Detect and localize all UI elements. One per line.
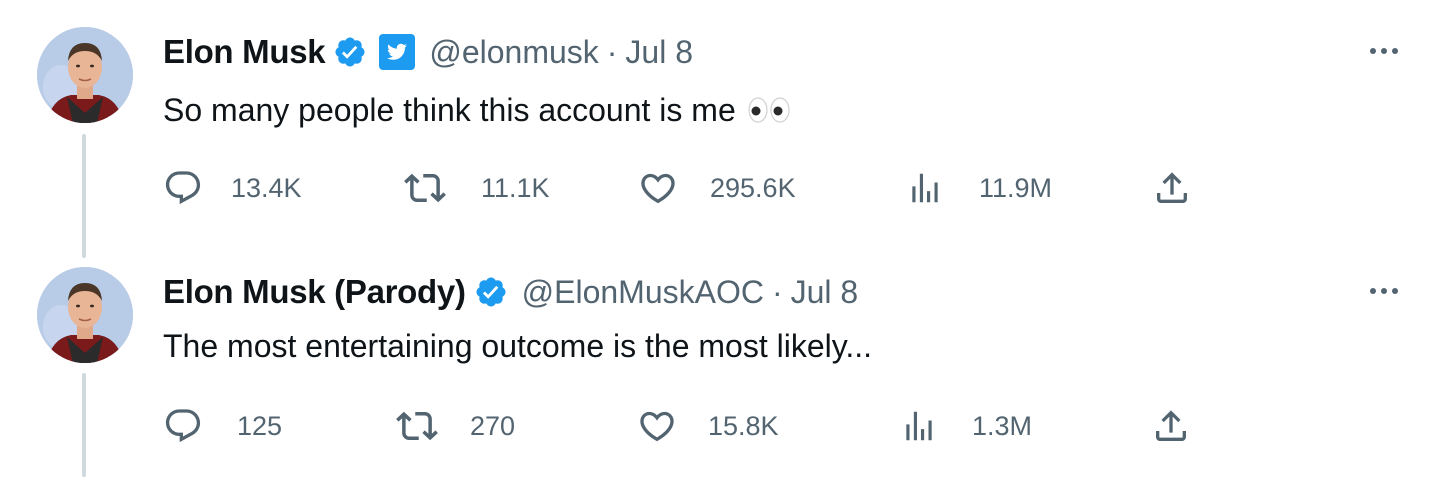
- tweet[interactable]: Elon Musk (Parody) @ElonMuskAOC · Jul 8 …: [0, 240, 1440, 480]
- tweet-header: Elon Musk @elonmusk · Jul 8: [163, 27, 693, 77]
- reply-icon: [165, 171, 201, 205]
- views-button[interactable]: 1.3M: [900, 404, 1032, 448]
- author-handle[interactable]: @ElonMuskAOC: [522, 274, 764, 311]
- tweet-date[interactable]: Jul 8: [791, 274, 859, 311]
- share-icon: [1156, 410, 1186, 441]
- retweet-icon: [396, 411, 438, 441]
- views-count: 11.9M: [979, 172, 1053, 203]
- eyes-emoji: [746, 95, 792, 125]
- share-button[interactable]: [1151, 404, 1191, 448]
- views-icon: [906, 411, 932, 441]
- tweet[interactable]: Elon Musk @elonmusk · Jul 8 So many peop…: [0, 0, 1440, 240]
- share-button[interactable]: [1152, 166, 1192, 210]
- twitter-bird-icon: [379, 34, 416, 70]
- retweet-button[interactable]: 270: [396, 404, 515, 448]
- like-button[interactable]: 15.8K: [637, 404, 779, 448]
- views-count: 1.3M: [972, 410, 1033, 441]
- reply-count: 13.4K: [231, 172, 302, 203]
- more-icon[interactable]: [1362, 276, 1406, 306]
- like-count: 15.8K: [708, 410, 779, 441]
- more-icon[interactable]: [1362, 36, 1406, 66]
- like-button[interactable]: 295.6K: [638, 166, 796, 210]
- reply-icon: [165, 409, 201, 443]
- avatar[interactable]: [37, 27, 133, 123]
- separator: ·: [606, 33, 618, 70]
- reply-button[interactable]: 125: [163, 404, 282, 448]
- like-icon: [640, 411, 674, 442]
- avatar[interactable]: [37, 267, 133, 363]
- verified-badge-icon[interactable]: [333, 35, 367, 69]
- author-name[interactable]: Elon Musk (Parody): [163, 273, 466, 311]
- like-icon: [641, 173, 675, 204]
- retweet-icon: [404, 173, 446, 203]
- tweet-text: So many people think this account is me: [163, 88, 792, 132]
- tweet-date[interactable]: Jul 8: [625, 34, 693, 71]
- views-button[interactable]: 11.9M: [906, 166, 1052, 210]
- views-icon: [912, 173, 938, 203]
- tweet-text-content: So many people think this account is me: [163, 91, 736, 128]
- tweet-text: The most entertaining outcome is the mos…: [163, 324, 872, 368]
- retweet-button[interactable]: 11.1K: [404, 166, 550, 210]
- retweet-count: 270: [470, 410, 516, 441]
- like-count: 295.6K: [710, 172, 796, 203]
- tweet-text-content: The most entertaining outcome is the mos…: [163, 327, 873, 364]
- share-icon: [1157, 172, 1187, 203]
- reply-button[interactable]: 13.4K: [163, 166, 302, 210]
- author-handle[interactable]: @elonmusk: [429, 34, 598, 71]
- verified-badge-icon[interactable]: [474, 275, 508, 309]
- separator: ·: [771, 273, 783, 310]
- author-name[interactable]: Elon Musk: [163, 33, 326, 71]
- retweet-count: 11.1K: [481, 172, 550, 203]
- tweet-header: Elon Musk (Parody) @ElonMuskAOC · Jul 8: [163, 267, 858, 317]
- reply-count: 125: [237, 410, 283, 441]
